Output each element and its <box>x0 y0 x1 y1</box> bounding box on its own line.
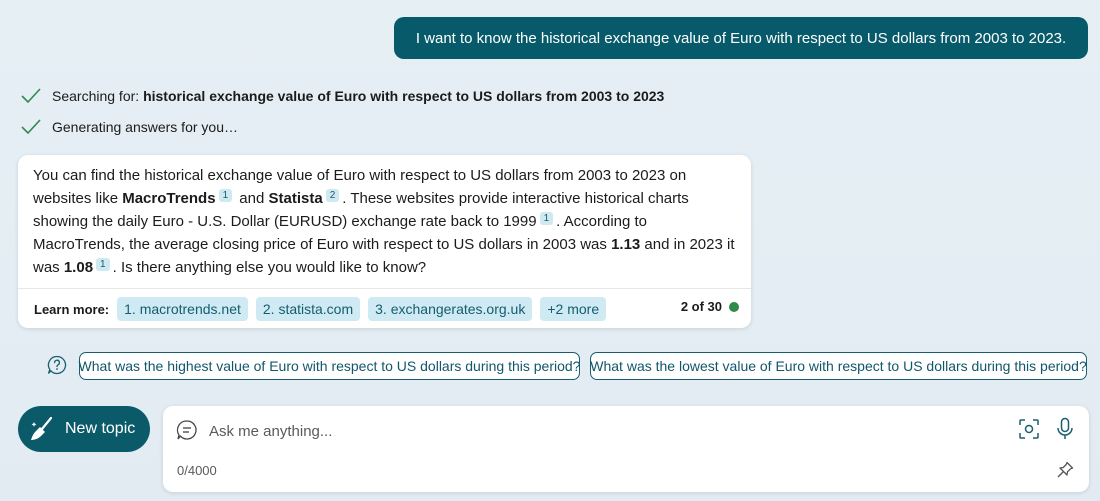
answer-text-segment: and <box>235 190 269 207</box>
suggestion-lowest-value[interactable]: What was the lowest value of Euro with r… <box>590 352 1087 380</box>
source-name-statista: Statista <box>268 190 323 207</box>
user-message-text: I want to know the historical exchange v… <box>415 29 1067 47</box>
user-message-bubble: I want to know the historical exchange v… <box>394 17 1088 59</box>
source-link-macrotrends[interactable]: 1. macrotrends.net <box>117 297 248 321</box>
learn-more-label: Learn more: <box>34 301 110 317</box>
answer-text: You can find the historical exchange val… <box>33 164 738 279</box>
source-link-exchangerates[interactable]: 3. exchangerates.org.uk <box>368 297 533 321</box>
status-searching-prefix: Searching for: <box>52 88 144 104</box>
learn-more-row: Learn more: 1. macrotrends.net 2. statis… <box>34 297 614 321</box>
source-name-macrotrends: MacroTrends <box>122 190 216 207</box>
citation-marker[interactable]: 1 <box>96 258 110 271</box>
new-topic-button[interactable]: New topic <box>18 406 150 452</box>
source-link-statista[interactable]: 2. statista.com <box>255 297 361 321</box>
pin-icon[interactable] <box>1056 461 1074 479</box>
answer-card: You can find the historical exchange val… <box>18 155 751 328</box>
citation-marker[interactable]: 1 <box>539 212 554 225</box>
ask-input[interactable] <box>207 418 991 444</box>
answer-text-segment: . Is there anything else you would like … <box>112 259 427 276</box>
response-counter-text: 2 of 30 <box>680 299 722 314</box>
visual-search-icon[interactable] <box>1018 418 1040 440</box>
question-icon[interactable] <box>47 355 67 375</box>
value-2003: 1.13 <box>611 236 641 253</box>
broom-icon <box>31 416 53 440</box>
citation-marker[interactable]: 2 <box>325 189 340 202</box>
citation-marker[interactable]: 1 <box>218 189 233 202</box>
status-searching: Searching for: historical exchange value… <box>20 85 664 107</box>
new-topic-label: New topic <box>65 420 136 437</box>
checkmark-icon <box>21 119 41 135</box>
status-dot-icon <box>729 301 739 312</box>
more-sources-button[interactable]: +2 more <box>540 297 607 321</box>
suggestion-highest-value[interactable]: What was the highest value of Euro with … <box>79 352 580 380</box>
status-searching-query: historical exchange value of Euro with r… <box>143 88 665 104</box>
chat-input-box: 0/4000 <box>163 406 1089 492</box>
checkmark-icon <box>21 88 41 104</box>
status-generating-text: Generating answers for you… <box>52 119 238 135</box>
response-counter: 2 of 30 <box>681 299 739 314</box>
status-generating: Generating answers for you… <box>20 116 238 138</box>
suggestion-text: What was the lowest value of Euro with r… <box>590 358 1087 374</box>
suggestion-text: What was the highest value of Euro with … <box>78 358 581 374</box>
value-2023: 1.08 <box>63 259 94 276</box>
microphone-icon[interactable] <box>1055 417 1075 441</box>
chat-bubble-icon <box>176 420 197 440</box>
character-counter: 0/4000 <box>177 463 217 478</box>
card-divider <box>18 288 751 289</box>
